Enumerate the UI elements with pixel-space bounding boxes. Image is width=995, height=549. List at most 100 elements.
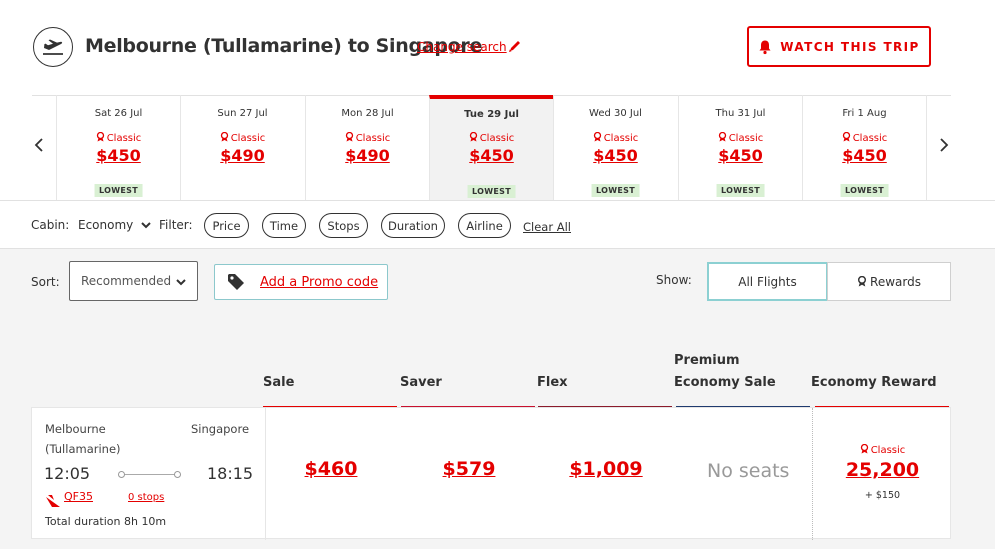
lowest-badge: LOWEST	[591, 184, 640, 197]
date-label: Tue 29 Jul	[464, 109, 519, 120]
fare-type: Classic	[479, 133, 515, 144]
roo-icon	[718, 131, 727, 145]
promo-code-label: Add a Promo code	[260, 275, 379, 290]
roo-icon	[469, 131, 478, 145]
flight-number-link[interactable]: QF35	[64, 490, 93, 503]
date-price[interactable]: $450	[57, 146, 180, 165]
cabin-label: Cabin:	[31, 218, 70, 232]
show-label: Show:	[656, 273, 692, 287]
fare-saver[interactable]: $579	[402, 458, 536, 480]
arrive-time: 18:15	[207, 464, 254, 483]
chevron-right-icon[interactable]	[934, 135, 954, 155]
cabin-value: Economy	[78, 218, 134, 232]
lowest-badge: LOWEST	[716, 184, 765, 197]
column-sale: Sale	[263, 375, 295, 390]
origin-city: Melbourne	[45, 422, 106, 436]
flight-timeline	[118, 471, 181, 478]
premium-no-seats: No seats	[707, 460, 790, 482]
lowest-badge: LOWEST	[467, 185, 516, 198]
fare-type: Classic	[603, 133, 639, 144]
reward-type: Classic	[870, 445, 906, 456]
roo-icon	[96, 131, 105, 145]
reward-tax: + $150	[864, 490, 901, 501]
fare-sale[interactable]: $460	[264, 458, 398, 480]
plane-icon	[33, 27, 73, 67]
cabin-select[interactable]: Economy	[78, 218, 151, 232]
rewards-label: Rewards	[870, 274, 921, 289]
date-cell[interactable]: Sun 27 Jul Classic $490	[180, 95, 304, 200]
date-cell[interactable]: Mon 28 Jul Classic $490	[305, 95, 429, 200]
date-price[interactable]: $450	[679, 146, 802, 165]
date-price[interactable]: $450	[430, 146, 553, 165]
date-cell[interactable]: Wed 30 Jul Classic $450 LOWEST	[553, 95, 677, 200]
sort-select[interactable]: Recommended	[69, 261, 198, 301]
fare-type: Classic	[728, 133, 764, 144]
chevron-left-icon[interactable]	[29, 135, 49, 155]
fare-type: Classic	[355, 133, 391, 144]
pencil-icon[interactable]	[508, 38, 522, 57]
roo-icon	[858, 276, 867, 287]
tag-icon	[228, 274, 244, 290]
filter-time-pill[interactable]: Time	[262, 213, 306, 238]
flight-summary: Melbourne (Tullamarine) Singapore 12:05 …	[32, 408, 266, 540]
bell-icon	[759, 40, 771, 54]
date-label: Mon 28 Jul	[341, 108, 394, 119]
reward-fare[interactable]: Classic 25,200 + $150	[812, 408, 952, 540]
sort-label: Sort:	[31, 275, 60, 289]
date-cell[interactable]: Fri 1 Aug Classic $450 LOWEST	[802, 95, 926, 200]
date-label: Sun 27 Jul	[217, 108, 268, 119]
show-rewards-toggle[interactable]: Rewards	[827, 262, 951, 301]
column-saver: Saver	[400, 375, 442, 390]
watch-trip-label: WATCH THIS TRIP	[780, 39, 920, 54]
fare-type: Classic	[106, 133, 142, 144]
date-cell[interactable]: Sat 26 Jul Classic $450 LOWEST	[56, 95, 180, 200]
results-panel: Sort: Recommended Add a Promo code Show:…	[0, 249, 995, 549]
date-cell-selected[interactable]: Tue 29 Jul Classic $450 LOWEST	[429, 95, 553, 200]
depart-time: 12:05	[44, 464, 91, 483]
origin-airport: (Tullamarine)	[45, 442, 121, 456]
qantas-logo-icon	[46, 492, 60, 511]
column-economy-reward: Economy Reward	[811, 375, 937, 390]
chevron-down-icon	[141, 222, 151, 229]
date-cell[interactable]: Thu 31 Jul Classic $450 LOWEST	[678, 95, 802, 200]
filter-stops-pill[interactable]: Stops	[319, 213, 368, 238]
column-flex: Flex	[537, 375, 568, 390]
date-label: Thu 31 Jul	[715, 108, 766, 119]
roo-icon	[593, 131, 602, 145]
watch-trip-button[interactable]: WATCH THIS TRIP	[747, 26, 931, 67]
filter-duration-pill[interactable]: Duration	[381, 213, 445, 238]
fare-type: Classic	[852, 133, 888, 144]
lowest-badge: LOWEST	[94, 184, 143, 197]
change-search-link[interactable]: Change search	[417, 40, 507, 54]
date-label: Fri 1 Aug	[842, 108, 887, 119]
date-price[interactable]: $490	[306, 146, 429, 165]
destination-city: Singapore	[191, 422, 250, 436]
header: Melbourne (Tullamarine) to Singapore Cha…	[0, 0, 995, 95]
roo-icon	[345, 131, 354, 145]
column-premium-economy-sale: Premium Economy Sale	[674, 353, 776, 390]
fare-flex[interactable]: $1,009	[539, 458, 673, 480]
reward-points[interactable]: 25,200	[813, 459, 952, 481]
date-price[interactable]: $450	[803, 146, 926, 165]
show-all-flights-toggle[interactable]: All Flights	[707, 262, 828, 301]
stops-link[interactable]: 0 stops	[128, 492, 164, 503]
filter-label: Filter:	[159, 218, 193, 232]
chevron-down-icon	[176, 279, 186, 286]
fare-type: Classic	[230, 133, 266, 144]
promo-code-button[interactable]: Add a Promo code	[214, 264, 388, 300]
date-price[interactable]: $450	[554, 146, 677, 165]
roo-icon	[842, 131, 851, 145]
roo-icon	[220, 131, 229, 145]
lowest-badge: LOWEST	[840, 184, 889, 197]
roo-icon	[860, 443, 869, 457]
clear-all-link[interactable]: Clear All	[523, 220, 571, 234]
filter-bar: Cabin: Economy Filter: Price Time Stops …	[0, 200, 995, 249]
filter-airline-pill[interactable]: Airline	[458, 213, 511, 238]
date-label: Sat 26 Jul	[94, 108, 143, 119]
filter-price-pill[interactable]: Price	[204, 213, 249, 238]
sort-value: Recommended	[81, 274, 172, 288]
total-duration: Total duration 8h 10m	[45, 515, 167, 528]
date-label: Wed 30 Jul	[589, 108, 642, 119]
date-price[interactable]: $490	[181, 146, 304, 165]
flight-row: Melbourne (Tullamarine) Singapore 12:05 …	[31, 407, 952, 540]
